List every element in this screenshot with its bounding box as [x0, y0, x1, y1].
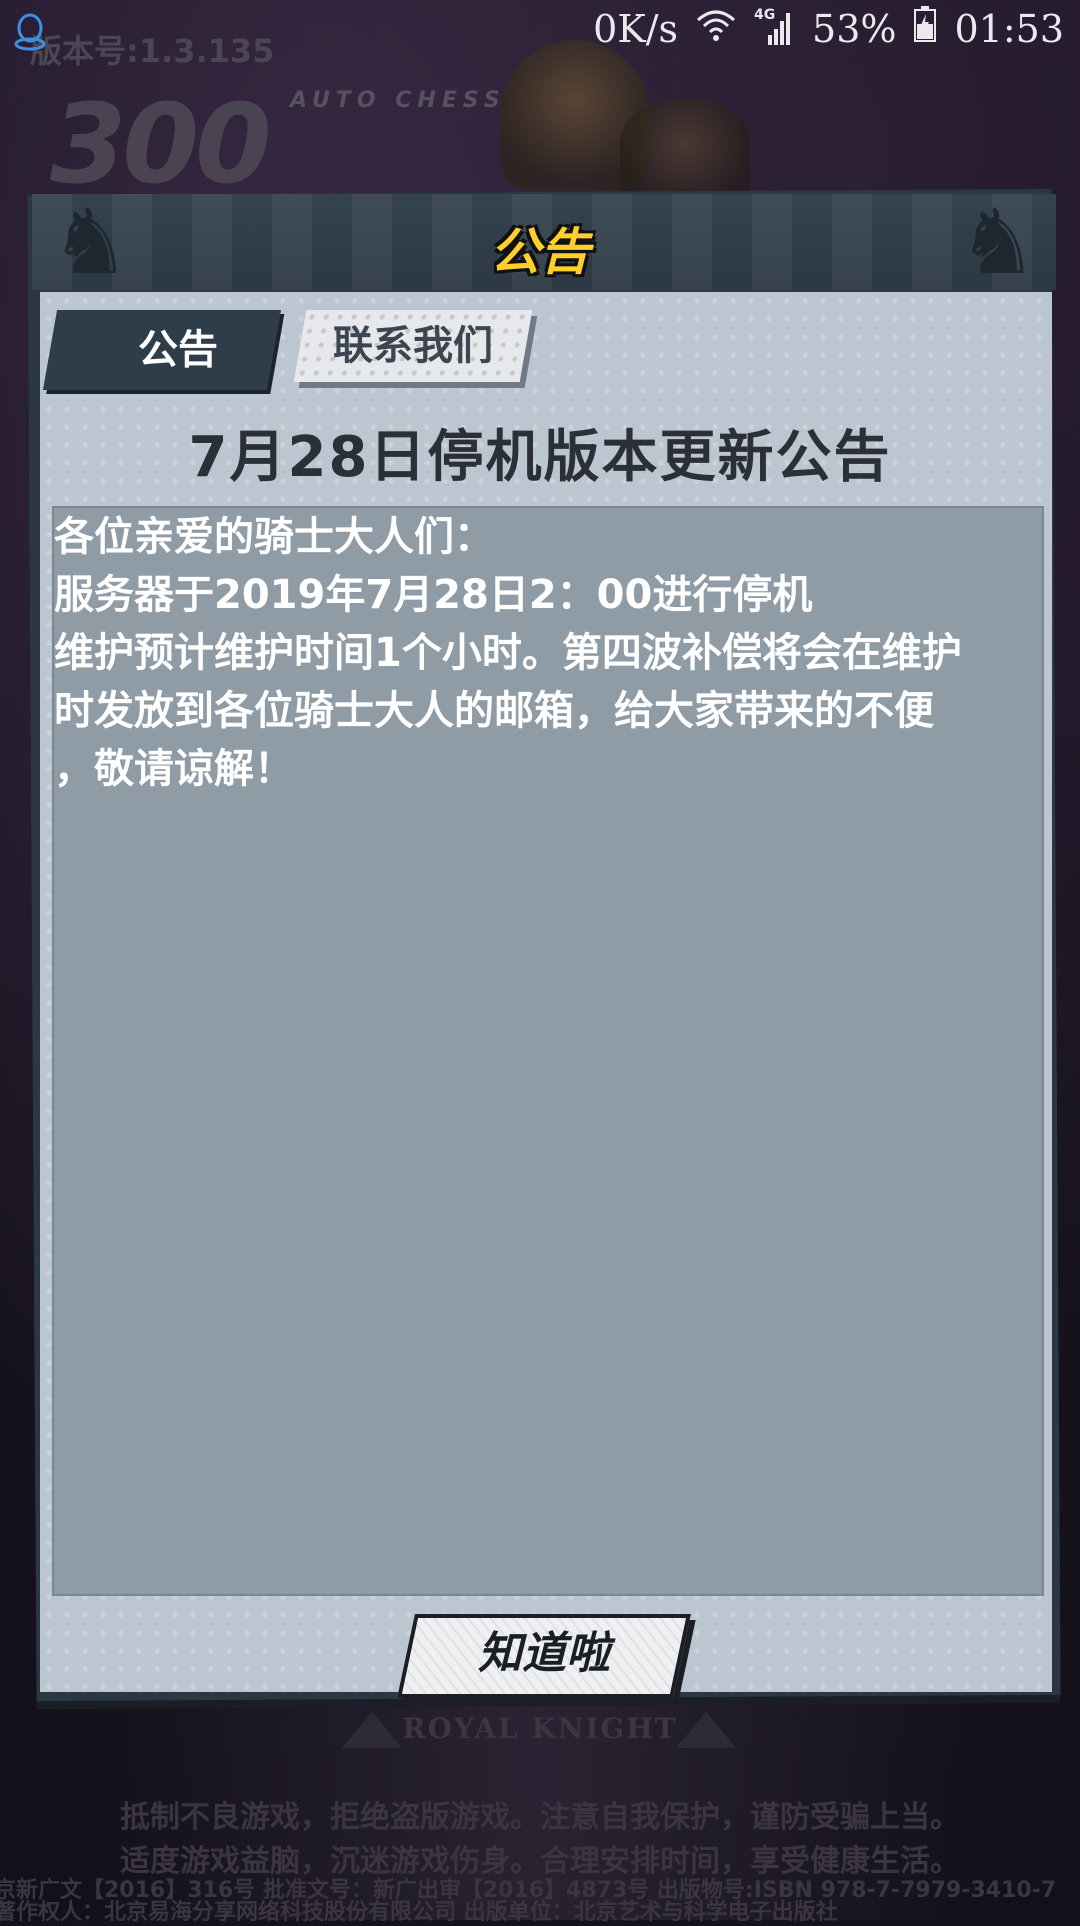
- dialog-title: 公告: [490, 223, 590, 281]
- battery-icon: [914, 6, 937, 51]
- notice-title: 7月28日停机版本更新公告: [188, 425, 892, 490]
- logo-subtitle: AUTO CHESS: [290, 88, 506, 113]
- notice-content: 各位亲爱的骑士大人们： 服务器于2019年7月28日2：00进行停机 维护预计维…: [54, 508, 1024, 798]
- tab-contact-us-label[interactable]: 联系我们: [300, 314, 526, 378]
- net-speed: 0K/s: [593, 6, 679, 51]
- health-notice-line1: 抵制不良游戏，拒绝盗版游戏。注意自我保护，谨防受骗上当。: [120, 1800, 960, 1835]
- notice-line: 时发放到各位骑士大人的邮箱，给大家带来的不便: [54, 688, 934, 734]
- game-logo: 300 AUTO CHESS: [50, 80, 510, 208]
- notice-line: 各位亲爱的骑士大人们：: [54, 514, 494, 560]
- notice-line: 维护预计维护时间1个小时。第四波补偿将会在维护: [54, 630, 962, 676]
- wifi-icon: [696, 7, 736, 51]
- notice-line: 服务器于2019年7月28日2：00进行停机: [54, 572, 813, 618]
- signal-icon: 4G: [754, 7, 794, 47]
- license-line2: 著作权人：北京易海分享网络科技股份有限公司 出版单位：北京艺术与科学电子出版社: [0, 1900, 838, 1925]
- clock: 01:53: [954, 6, 1064, 51]
- qq-icon: [12, 12, 48, 56]
- logo-number: 300: [50, 80, 272, 208]
- battery-percent: 53%: [812, 6, 897, 51]
- royal-knight-label: ROYAL KNIGHT: [402, 1712, 678, 1745]
- tab-announcement-label[interactable]: 公告: [50, 318, 290, 382]
- got-it-button-label[interactable]: 知道啦: [406, 1620, 682, 1688]
- status-bar: 0K/s 4G 53% 01:53: [0, 0, 1080, 64]
- notice-line: ，敬请谅解！: [54, 746, 294, 792]
